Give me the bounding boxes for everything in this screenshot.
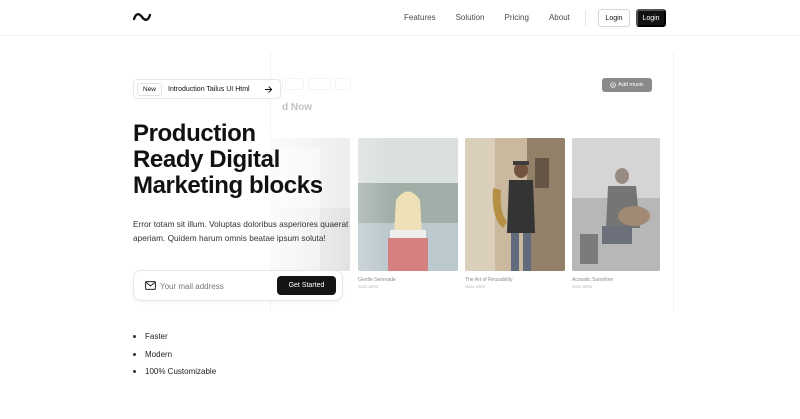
mockup-heading: d Now bbox=[282, 102, 312, 113]
plus-circle-icon bbox=[610, 82, 616, 88]
mail-icon bbox=[145, 281, 156, 290]
album-title: Acoustic Sunshine bbox=[572, 277, 614, 283]
hero-description: Error totam sit illum. Voluptas doloribu… bbox=[133, 219, 349, 243]
album-title: Gentle Serenade bbox=[358, 277, 396, 283]
mockup-tab bbox=[282, 78, 305, 90]
nav-divider bbox=[585, 10, 586, 26]
hero-title-line: Marketing blocks bbox=[133, 172, 323, 199]
new-tag: New bbox=[137, 82, 163, 96]
feature-list: Faster Modern 100% Customizable bbox=[133, 328, 216, 381]
top-navbar: Features Solution Pricing About Login Lo… bbox=[0, 0, 800, 36]
bullet-icon bbox=[133, 335, 136, 339]
feature-item: Faster bbox=[133, 328, 216, 346]
email-field[interactable] bbox=[160, 279, 272, 293]
tilde-logo-icon[interactable] bbox=[133, 11, 151, 23]
album-artist: Solo artist bbox=[572, 284, 593, 289]
album-title: The Art of Reusability bbox=[465, 277, 513, 283]
get-started-button[interactable]: Get Started bbox=[277, 276, 336, 295]
feature-label: Faster bbox=[145, 332, 168, 342]
bullet-icon bbox=[133, 352, 136, 356]
album-artist: Solo artist bbox=[465, 284, 486, 289]
bullet-icon bbox=[133, 370, 136, 374]
mockup-tab bbox=[308, 78, 331, 90]
hero-title-line: Ready Digital bbox=[133, 146, 280, 173]
signup-form: Get Started bbox=[133, 270, 343, 301]
login-button-outline[interactable]: Login bbox=[598, 9, 630, 27]
announcement-badge[interactable]: New Introduction Tailus UI Html bbox=[133, 79, 281, 99]
arrow-right-icon bbox=[264, 86, 273, 93]
feature-item: 100% Customizable bbox=[133, 363, 216, 381]
hero-title: Production Ready Digital Marketing block… bbox=[133, 121, 363, 199]
nav-links: Features Solution Pricing About bbox=[404, 13, 590, 22]
nav-link-pricing[interactable]: Pricing bbox=[505, 13, 529, 22]
album-artist: Solo artist bbox=[358, 284, 379, 289]
add-music-label: Add music bbox=[618, 82, 644, 88]
album-cover-image[interactable] bbox=[465, 138, 565, 271]
add-music-button[interactable]: Add music bbox=[602, 78, 652, 92]
mockup-tab bbox=[334, 78, 352, 90]
nav-link-features[interactable]: Features bbox=[404, 13, 436, 22]
hero-title-line: Production bbox=[133, 120, 256, 147]
announcement-text: Introduction Tailus UI Html bbox=[168, 85, 250, 93]
login-button-primary[interactable]: Login bbox=[636, 9, 666, 27]
mockup-tabs bbox=[282, 78, 352, 90]
feature-label: 100% Customizable bbox=[145, 367, 217, 377]
feature-item: Modern bbox=[133, 346, 216, 364]
album-cover-image[interactable] bbox=[572, 138, 660, 271]
feature-label: Modern bbox=[145, 349, 173, 359]
nav-link-about[interactable]: About bbox=[549, 13, 570, 22]
nav-link-solution[interactable]: Solution bbox=[456, 13, 485, 22]
